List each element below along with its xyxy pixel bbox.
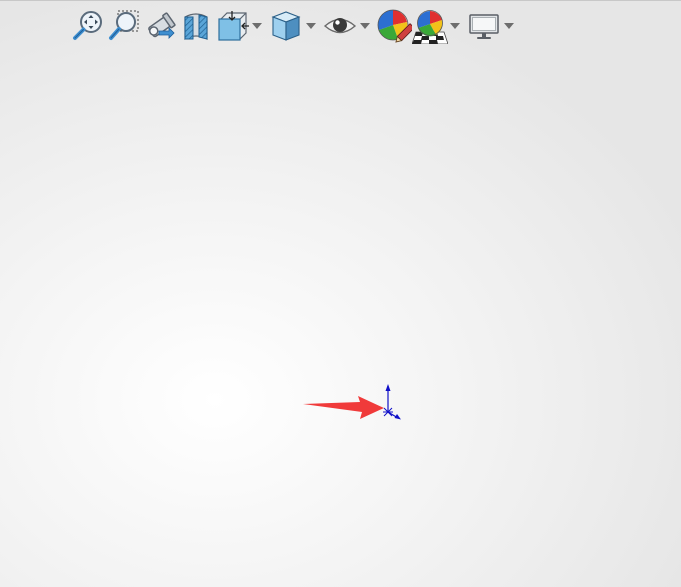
display-style-button[interactable] xyxy=(268,6,304,46)
view-settings-button[interactable] xyxy=(466,6,502,46)
chevron-down-icon xyxy=(252,23,262,29)
apply-scene-dropdown[interactable] xyxy=(448,6,462,46)
display-style-dropdown[interactable] xyxy=(304,6,318,46)
eye-icon xyxy=(323,18,357,34)
chevron-down-icon xyxy=(306,23,316,29)
heads-up-view-toolbar xyxy=(70,5,520,47)
chevron-down-icon xyxy=(504,23,514,29)
chevron-down-icon xyxy=(360,23,370,29)
view-orientation-icon xyxy=(218,11,249,41)
viewport-top-border xyxy=(0,0,681,1)
view-orientation-dropdown[interactable] xyxy=(250,6,264,46)
graphics-viewport[interactable] xyxy=(0,0,681,587)
section-view-button[interactable] xyxy=(178,6,214,46)
edit-appearance-icon xyxy=(377,9,412,43)
hide-show-items-dropdown[interactable] xyxy=(358,6,372,46)
previous-view-icon xyxy=(148,12,176,39)
chevron-down-icon xyxy=(450,23,460,29)
zoom-to-fit-icon xyxy=(73,11,102,40)
apply-scene-icon xyxy=(412,10,448,44)
view-settings-dropdown[interactable] xyxy=(502,6,516,46)
previous-view-button[interactable] xyxy=(142,6,178,46)
origin-triad-icon[interactable] xyxy=(372,382,406,422)
zoom-to-area-button[interactable] xyxy=(106,6,142,46)
apply-scene-button[interactable] xyxy=(412,6,448,46)
monitor-icon xyxy=(469,14,499,39)
section-view-icon xyxy=(184,13,208,41)
zoom-to-fit-button[interactable] xyxy=(70,6,106,46)
view-orientation-button[interactable] xyxy=(214,6,250,46)
hide-show-items-button[interactable] xyxy=(322,6,358,46)
edit-appearance-button[interactable] xyxy=(376,6,412,46)
display-style-icon xyxy=(271,11,301,41)
zoom-to-area-icon xyxy=(109,10,139,40)
